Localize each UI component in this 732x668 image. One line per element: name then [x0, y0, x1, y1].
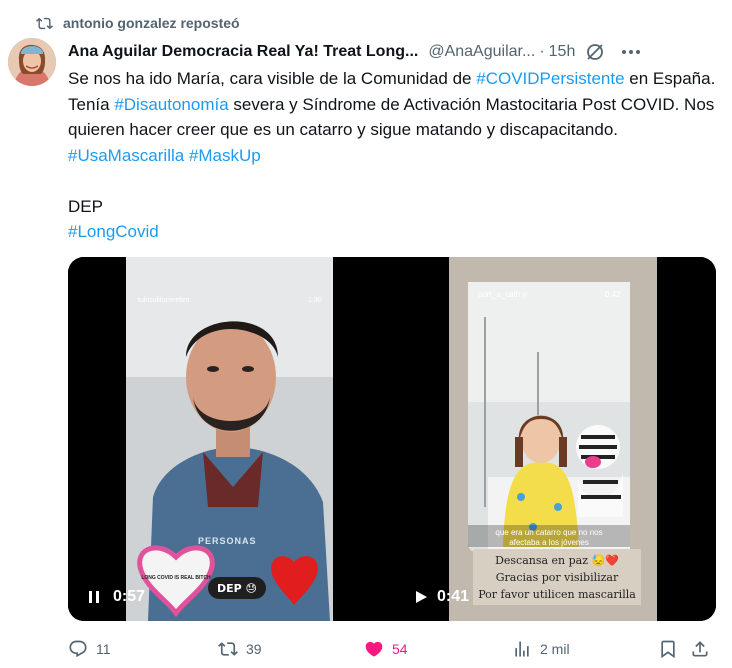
video-2-subtitle-1: que era un catarro que no nos	[495, 528, 602, 537]
repost-button[interactable]: 39	[218, 639, 364, 659]
post-time[interactable]: 15h	[549, 43, 576, 61]
heart-icon	[365, 641, 383, 657]
pause-icon[interactable]	[86, 589, 102, 605]
video-player-1[interactable]: tuinsolitocerebro 1:30 PERSONAS LONG COV…	[68, 257, 391, 621]
video-1-account: tuinsolitocerebro	[138, 297, 189, 304]
play-icon[interactable]	[413, 589, 429, 605]
author-name[interactable]: Ana Aguilar Democracia Real Ya! Treat Lo…	[68, 43, 418, 61]
video-2-account: port_a_cath.y	[478, 290, 526, 299]
reply-icon	[69, 640, 87, 658]
analytics-icon	[515, 641, 529, 657]
share-button[interactable]	[690, 639, 714, 659]
video-2-caption-1: Descansa en paz 😓❤️	[495, 554, 619, 567]
post-paragraph-1: Se nos ha ido María, cara visible de la …	[68, 66, 716, 168]
reply-button[interactable]: 11	[68, 639, 218, 659]
avatar[interactable]	[8, 38, 56, 86]
video-player-2[interactable]: port_a_cath.y 0:42 que era un catarro qu…	[393, 257, 716, 621]
video-2-clip-time: 0:42	[605, 290, 621, 299]
video-2-subtitle-2: afectaba a los jóvenes	[509, 538, 589, 547]
hashtag-link[interactable]: #LongCovid	[68, 222, 159, 241]
hashtag-link[interactable]: #MaskUp	[189, 146, 261, 165]
author-handle[interactable]: @AnaAguilar...	[428, 43, 535, 61]
views-count: 2 mil	[540, 641, 570, 657]
video-1-banner: PERSONAS	[198, 536, 257, 546]
views-button[interactable]: 2 mil	[512, 639, 658, 659]
hashtag-link[interactable]: #UsaMascarilla	[68, 146, 184, 165]
post-paragraph-3: #LongCovid	[68, 219, 716, 245]
more-options-icon[interactable]	[621, 42, 641, 62]
video-2-frame: port_a_cath.y 0:42 que era un catarro qu…	[393, 257, 716, 621]
bookmark-icon	[661, 640, 675, 659]
post-text: Se nos ha ido María, cara visible de la …	[68, 66, 716, 245]
video-2-caption-2: Gracias por visibilizar	[496, 571, 619, 584]
action-bar: 11 39 54 2 mil	[68, 636, 718, 662]
video-1-caption: DEP 😓	[217, 582, 257, 595]
grok-icon[interactable]	[585, 42, 605, 62]
video-2-caption-3: Por favor utilicen mascarilla	[478, 588, 636, 601]
repost-count: 39	[246, 641, 262, 657]
video-2-duration: 0:41	[437, 588, 470, 605]
share-icon	[692, 641, 708, 657]
video-1-duration: 0:57	[113, 588, 146, 605]
like-button[interactable]: 54	[364, 639, 512, 659]
repost-icon	[36, 17, 53, 29]
hashtag-link[interactable]: #Disautonomía	[114, 95, 228, 114]
post-paragraph-2: DEP	[68, 196, 103, 216]
repost-label: antonio gonzalez reposteó	[63, 15, 240, 31]
video-1-clip-time: 1:30	[308, 297, 322, 304]
repost-action-icon	[218, 642, 238, 656]
post-text-segment: Se nos ha ido María, cara visible de la …	[68, 69, 477, 88]
video-1-frame: tuinsolitocerebro 1:30 PERSONAS LONG COV…	[68, 257, 391, 621]
reply-count: 11	[96, 641, 111, 657]
hashtag-link[interactable]: #COVIDPersistente	[476, 69, 624, 88]
separator-dot: ·	[539, 43, 545, 60]
media-grid: tuinsolitocerebro 1:30 PERSONAS LONG COV…	[68, 257, 716, 621]
bookmark-button[interactable]	[658, 639, 690, 659]
repost-context[interactable]: antonio gonzalez reposteó	[36, 13, 240, 33]
like-count: 54	[392, 641, 408, 657]
video-1-sticker: LONG COVID IS REAL BITCH	[141, 575, 211, 581]
post-header: Ana Aguilar Democracia Real Ya! Treat Lo…	[68, 40, 718, 64]
